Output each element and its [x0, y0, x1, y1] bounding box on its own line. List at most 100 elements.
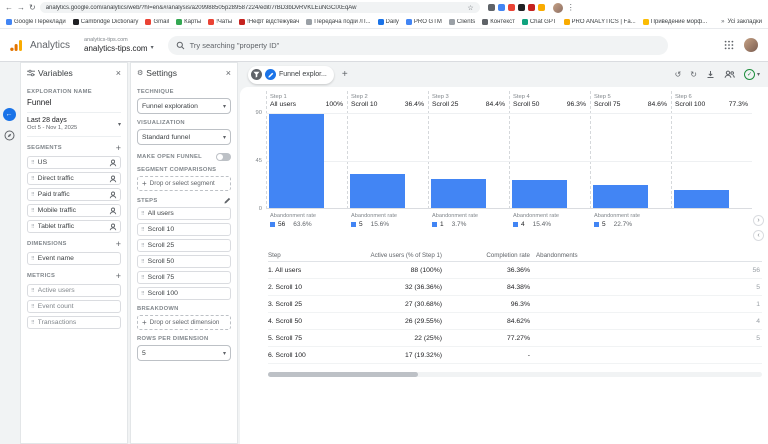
applied-status-button[interactable]: ✓ ▾: [743, 69, 760, 80]
table-row[interactable]: 4. Scroll 50 26 (29.55%) 84.62% 4: [268, 313, 762, 330]
close-variables-button[interactable]: ×: [116, 68, 121, 78]
step-chip[interactable]: ⠿ Scroll 75: [137, 271, 231, 284]
bookmark-star-icon[interactable]: ☆: [467, 4, 473, 12]
table-row[interactable]: 1. All users 88 (100%) 36.36% 56: [268, 262, 762, 279]
bookmark-item[interactable]: Карты: [176, 18, 201, 25]
date-range-selector[interactable]: Last 28 days Oct 5 - Nov 1, 2025 ▾: [27, 113, 121, 137]
user-avatar[interactable]: [744, 38, 758, 52]
account-property-selector[interactable]: analytics-tips.com analytics-tips.com ▾: [84, 37, 154, 53]
table-row[interactable]: 6. Scroll 100 17 (19.32%) -: [268, 347, 762, 364]
undo-icon[interactable]: ↺: [675, 70, 682, 79]
bookmark-item[interactable]: Приведение морф...: [642, 18, 707, 25]
bookmark-item[interactable]: Cambridge Dictionary: [72, 18, 138, 25]
step-percent-label: 84.6%: [647, 101, 667, 108]
segment-chip[interactable]: ⠿ Paid traffic: [27, 188, 121, 201]
breakdown-drop-zone[interactable]: + Drop or select dimension: [137, 315, 231, 330]
bookmark-item[interactable]: Google Переклади: [6, 18, 66, 25]
browser-profile-avatar[interactable]: [552, 2, 563, 13]
open-funnel-toggle[interactable]: [216, 153, 231, 161]
analytics-logo[interactable]: Analytics: [10, 39, 70, 51]
segment-drop-zone[interactable]: + Drop or select segment: [137, 176, 231, 191]
table-body: 1. All users 88 (100%) 36.36% 56 2. Scroll 1…: [268, 262, 762, 364]
abandonment-rate-label: Abandonment rate: [594, 213, 641, 219]
bookmark-favicon-icon: [521, 18, 528, 25]
scroll-right-button[interactable]: ›: [753, 215, 764, 226]
all-bookmarks-button[interactable]: » Усі закладки: [721, 19, 762, 25]
funnel-bar[interactable]: [674, 190, 730, 208]
extension-icon[interactable]: [487, 4, 495, 11]
metric-chip[interactable]: ⠿ Event count: [27, 300, 121, 313]
download-icon[interactable]: [706, 70, 715, 79]
close-settings-button[interactable]: ×: [226, 68, 231, 78]
browser-menu-icon[interactable]: ⋮: [567, 3, 575, 12]
funnel-bar[interactable]: [512, 180, 568, 208]
segment-chip[interactable]: ⠿ Tablet traffic: [27, 220, 121, 233]
segment-chip[interactable]: ⠿ Direct traffic: [27, 172, 121, 185]
explore-icon[interactable]: [4, 130, 15, 141]
address-bar[interactable]: analytics.google.com/analytics/web/?hl=e…: [39, 2, 480, 13]
bookmark-item[interactable]: !Нефт відстежувач: [239, 18, 299, 25]
table-cell: 2. Scroll 10: [268, 283, 303, 291]
dimension-chip[interactable]: ⠿ Event name: [27, 252, 121, 265]
step-chip[interactable]: ⠿ All users: [137, 207, 231, 220]
funnel-bar[interactable]: [269, 114, 325, 208]
technique-select[interactable]: Funnel exploration ▾: [137, 98, 231, 114]
edit-steps-pencil-icon[interactable]: [224, 197, 231, 204]
funnel-bar[interactable]: [350, 174, 406, 208]
technique-value: Funnel exploration: [142, 102, 198, 110]
back-icon[interactable]: ←: [5, 3, 13, 12]
funnel-bar[interactable]: [431, 179, 487, 208]
add-segment-button[interactable]: +: [116, 143, 121, 153]
collapse-panels-button[interactable]: ←: [2, 108, 16, 121]
step-chip[interactable]: ⠿ Scroll 25: [137, 239, 231, 252]
exploration-tab[interactable]: Funnel explor...: [248, 65, 334, 84]
bookmark-item[interactable]: Clients: [448, 18, 476, 25]
table-cell: 88 (100%): [410, 266, 442, 274]
extension-icon[interactable]: [517, 4, 525, 11]
segment-chip[interactable]: ⠿ US: [27, 156, 121, 169]
step-chip[interactable]: ⠿ Scroll 100: [137, 287, 231, 300]
bookmark-item[interactable]: PRO GTM: [405, 18, 442, 25]
funnel-bar[interactable]: [593, 185, 649, 208]
horizontal-scrollbar[interactable]: [268, 372, 762, 377]
extension-icon[interactable]: [537, 4, 545, 11]
metric-chip[interactable]: ⠿ Active users: [27, 284, 121, 297]
apps-grid-icon[interactable]: [724, 40, 734, 50]
table-row[interactable]: 5. Scroll 75 22 (25%) 77.27% 5: [268, 330, 762, 347]
scroll-left-button[interactable]: ‹: [753, 230, 764, 241]
left-rail: ←: [0, 62, 18, 444]
bookmark-item[interactable]: Chat GPT: [521, 18, 557, 25]
visualization-select[interactable]: Standard funnel ▾: [137, 129, 231, 145]
step-chip[interactable]: ⠿ Scroll 50: [137, 255, 231, 268]
drag-handle-icon: ⠿: [141, 226, 145, 233]
table-row[interactable]: 2. Scroll 10 32 (36.36%) 84.38% 5: [268, 279, 762, 296]
search-input[interactable]: Try searching "property ID": [167, 35, 668, 55]
step-chip[interactable]: ⠿ Scroll 10: [137, 223, 231, 236]
extension-icon[interactable]: [507, 4, 515, 11]
bookmark-item[interactable]: !Чаты: [208, 18, 232, 25]
table-row[interactable]: 3. Scroll 25 27 (30.68%) 96.3% 1: [268, 296, 762, 313]
table-cell: 84.38%: [506, 283, 530, 291]
share-users-icon[interactable]: [724, 70, 735, 79]
forward-icon[interactable]: →: [17, 3, 25, 12]
bookmark-item[interactable]: Передача подій /П...: [306, 18, 371, 25]
add-dimension-button[interactable]: +: [116, 239, 121, 249]
metric-chip[interactable]: ⠿ Transactions: [27, 316, 121, 329]
redo-icon[interactable]: ↻: [690, 70, 697, 79]
rows-per-dimension-select[interactable]: 5 ▾: [137, 345, 231, 361]
scrollbar-thumb[interactable]: [268, 372, 418, 377]
segment-comparisons-label: SEGMENT COMPARISONS: [137, 167, 217, 173]
step-name-label: Scroll 100: [675, 101, 706, 108]
add-metric-button[interactable]: +: [116, 271, 121, 281]
bookmark-item[interactable]: Gmail: [145, 18, 169, 25]
bookmark-item[interactable]: Контекст: [482, 18, 515, 25]
extension-icon[interactable]: [497, 4, 505, 11]
bookmark-item[interactable]: PRO ANALYTICS | Fa...: [563, 18, 636, 25]
extension-icon[interactable]: [527, 4, 535, 11]
bookmark-item[interactable]: Daily: [377, 18, 399, 25]
exploration-name-input[interactable]: Funnel: [27, 98, 121, 113]
segment-chip[interactable]: ⠿ Mobile traffic: [27, 204, 121, 217]
reload-icon[interactable]: ↻: [29, 3, 36, 12]
add-tab-button[interactable]: +: [342, 69, 348, 80]
bookmark-label: Clients: [456, 18, 476, 25]
